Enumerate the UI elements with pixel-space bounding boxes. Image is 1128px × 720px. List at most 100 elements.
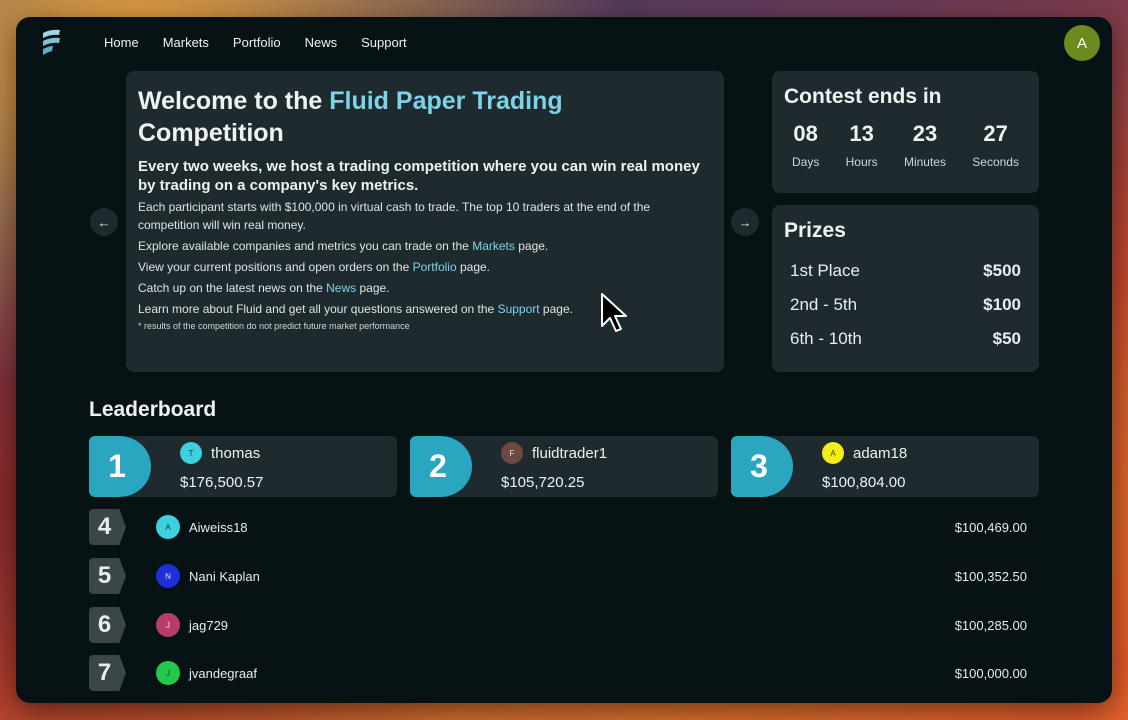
p3-text: View your current positions and open ord… <box>138 260 413 274</box>
rank-badge: 5 <box>89 558 126 594</box>
leaderboard-top-card-2[interactable]: 2 F fluidtrader1 $105,720.25 <box>410 436 718 497</box>
leader-name: fluidtrader1 <box>532 444 608 462</box>
welcome-title-prefix: Welcome to the <box>138 87 330 115</box>
carousel-next-button[interactable]: → <box>731 208 759 236</box>
leaderboard-row[interactable]: 5 N Nani Kaplan $100,352.50 <box>89 558 1027 596</box>
nav-support[interactable]: Support <box>361 35 407 50</box>
prize-row: 6th - 10th $50 <box>784 329 1027 349</box>
row-amount: $100,469.00 <box>954 520 1027 535</box>
leaderboard-title: Leaderboard <box>89 398 217 421</box>
row-name: jvandegraaf <box>189 665 257 681</box>
prize-row: 1st Place $500 <box>784 261 1027 281</box>
p3-text-end: page. <box>456 260 491 274</box>
prizes-title: Prizes <box>784 219 846 242</box>
leaderboard-top-card-3[interactable]: 3 A adam18 $100,804.00 <box>731 436 1039 497</box>
rank-badge: 6 <box>89 607 126 643</box>
rank-badge: 2 <box>410 436 472 497</box>
prize-amount: $50 <box>992 329 1021 348</box>
welcome-subtitle: Every two weeks, we host a trading compe… <box>138 158 700 194</box>
fluid-logo-icon[interactable] <box>40 27 62 59</box>
nav-news[interactable]: News <box>305 35 338 50</box>
countdown-seconds: 27 Seconds <box>972 121 1019 169</box>
row-amount: $100,285.00 <box>954 618 1027 633</box>
p2-text: Explore available companies and metrics … <box>138 239 473 253</box>
arrow-right-icon: → <box>738 214 752 230</box>
welcome-paragraph-2: Explore available companies and metrics … <box>138 237 712 255</box>
prize-row: 2nd - 5th $100 <box>784 295 1027 315</box>
main-nav: Home Markets Portfolio News Support <box>104 35 431 50</box>
row-amount: $100,352.50 <box>954 569 1027 584</box>
welcome-paragraph-3: View your current positions and open ord… <box>138 258 712 276</box>
row-name: Aiweiss18 <box>189 519 248 535</box>
markets-link[interactable]: Markets <box>472 239 515 253</box>
row-user: J jag729 <box>156 613 228 637</box>
prize-place: 2nd - 5th <box>790 295 858 314</box>
user-avatar-small: N <box>156 564 180 588</box>
row-name: jag729 <box>189 617 229 633</box>
seconds-label: Seconds <box>972 155 1019 169</box>
mouse-cursor-icon <box>601 293 627 332</box>
prizes-card: Prizes 1st Place $500 2nd - 5th $100 6th… <box>772 205 1039 372</box>
days-value: 08 <box>793 121 818 146</box>
row-amount: $100,000.00 <box>954 666 1027 681</box>
contest-title: Contest ends in <box>784 85 942 108</box>
leader-name: adam18 <box>853 444 908 462</box>
leader-name: thomas <box>211 444 261 462</box>
rank-badge: 3 <box>731 436 793 497</box>
welcome-paragraph-1: Each participant starts with $100,000 in… <box>138 200 651 232</box>
nav-home[interactable]: Home <box>104 35 139 50</box>
rank-badge: 7 <box>89 655 126 691</box>
rank-badge: 4 <box>89 509 126 545</box>
welcome-title-suffix: Competition <box>138 119 284 147</box>
welcome-title-accent: Fluid Paper Trading <box>329 87 563 115</box>
leader-amount: $100,804.00 <box>822 474 906 491</box>
leaderboard-row[interactable]: 4 A Aiweiss18 $100,469.00 <box>89 509 1027 547</box>
row-user: A Aiweiss18 <box>156 515 248 539</box>
welcome-title: Welcome to the Fluid Paper Trading Compe… <box>138 85 712 149</box>
portfolio-link[interactable]: Portfolio <box>413 260 457 274</box>
welcome-card: Welcome to the Fluid Paper Trading Compe… <box>126 71 724 372</box>
p2-text-end: page. <box>514 239 549 253</box>
row-name: Nani Kaplan <box>189 568 260 584</box>
rank-badge: 1 <box>89 436 151 497</box>
hours-label: Hours <box>845 155 878 169</box>
arrow-left-icon: ← <box>97 214 111 230</box>
user-avatar-small: J <box>156 661 180 685</box>
p4-text-end: page. <box>356 281 390 295</box>
support-link[interactable]: Support <box>498 302 540 316</box>
row-user: N Nani Kaplan <box>156 564 260 588</box>
prize-place: 6th - 10th <box>790 329 862 348</box>
top-nav-bar: Home Markets Portfolio News Support A <box>16 17 1112 67</box>
seconds-value: 27 <box>983 121 1008 146</box>
user-avatar-small: J <box>156 613 180 637</box>
user-avatar-small: A <box>822 442 844 464</box>
countdown-hours: 13 Hours <box>846 121 878 169</box>
user-avatar-small: A <box>156 515 180 539</box>
leader-user: F fluidtrader1 <box>501 442 607 464</box>
leaderboard-row[interactable]: 6 J jag729 $100,285.00 <box>89 607 1027 645</box>
minutes-label: Minutes <box>903 155 946 169</box>
leaderboard-top-card-1[interactable]: 1 T thomas $176,500.57 <box>89 436 397 497</box>
p4-text: Catch up on the latest news on the <box>138 281 327 295</box>
contest-countdown-card: Contest ends in 08 Days 13 Hours 23 Minu… <box>772 71 1039 193</box>
countdown: 08 Days 13 Hours 23 Minutes 27 Seconds <box>784 121 1027 169</box>
hours-value: 13 <box>849 121 874 146</box>
leader-amount: $105,720.25 <box>501 474 585 491</box>
minutes-value: 23 <box>912 121 938 146</box>
carousel-prev-button[interactable]: ← <box>90 208 118 236</box>
leader-user: T thomas <box>180 442 260 464</box>
leader-amount: $176,500.57 <box>180 474 264 491</box>
prize-amount: $100 <box>983 295 1021 314</box>
nav-portfolio[interactable]: Portfolio <box>233 35 281 50</box>
app-window: Home Markets Portfolio News Support A ← … <box>16 17 1112 703</box>
leaderboard-row[interactable]: 7 J jvandegraaf $100,000.00 <box>89 655 1027 693</box>
news-link[interactable]: News <box>326 281 356 295</box>
p5-text: Learn more about Fluid and get all your … <box>138 302 498 316</box>
countdown-days: 08 Days <box>792 121 819 169</box>
user-avatar-small: F <box>501 442 523 464</box>
row-user: J jvandegraaf <box>156 661 257 685</box>
user-avatar[interactable]: A <box>1064 25 1100 61</box>
nav-markets[interactable]: Markets <box>163 35 209 50</box>
countdown-minutes: 23 Minutes <box>904 121 946 169</box>
days-label: Days <box>792 155 820 169</box>
